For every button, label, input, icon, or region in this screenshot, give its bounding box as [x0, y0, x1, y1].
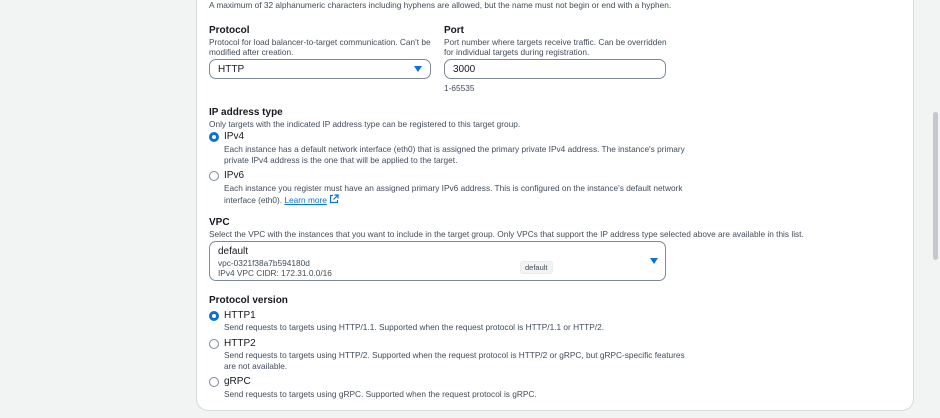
grpc-description: Send requests to targets using gRPC. Sup… — [224, 389, 537, 399]
vpc-name: default — [218, 246, 249, 257]
scrollbar-thumb[interactable] — [933, 112, 938, 260]
ipv6-label[interactable]: IPv6 — [224, 170, 244, 181]
protocol-select[interactable]: HTTP — [209, 59, 431, 79]
port-description-2: for individual targets during registrati… — [444, 47, 590, 57]
name-constraint-hint: A maximum of 32 alphanumeric characters … — [209, 0, 672, 10]
ipv4-description-2: private IPv4 address is the one that wil… — [224, 155, 458, 165]
vpc-default-badge: default — [520, 261, 553, 274]
ipv6-description-2: interface (eth0). Learn more — [224, 194, 339, 206]
grpc-label[interactable]: gRPC — [224, 376, 251, 387]
port-label: Port — [444, 25, 464, 36]
ipv4-label[interactable]: IPv4 — [224, 131, 244, 142]
http2-description-2: are not available. — [224, 361, 288, 371]
vpc-select[interactable]: default vpc-0321f38a7b594180d IPv4 VPC C… — [209, 241, 666, 281]
protocol-version-label: Protocol version — [209, 295, 288, 306]
caret-down-icon — [650, 258, 658, 264]
ipv4-radio[interactable] — [209, 132, 219, 142]
vpc-label: VPC — [209, 217, 230, 228]
ip-address-type-label: IP address type — [209, 107, 283, 118]
http1-radio[interactable] — [209, 311, 219, 321]
http2-radio[interactable] — [209, 339, 219, 349]
port-description-1: Port number where targets receive traffi… — [444, 37, 667, 47]
http1-label[interactable]: HTTP1 — [224, 310, 256, 321]
protocol-description-2: modified after creation. — [209, 47, 294, 57]
vpc-cidr: IPv4 VPC CIDR: 172.31.0.0/16 — [218, 268, 332, 278]
port-input[interactable]: 3000 — [444, 59, 666, 79]
http2-description-1: Send requests to targets using HTTP/2. S… — [224, 350, 685, 360]
http2-label[interactable]: HTTP2 — [224, 338, 256, 349]
external-link-icon[interactable] — [329, 194, 339, 204]
vpc-id: vpc-0321f38a7b594180d — [218, 258, 310, 268]
port-input-value: 3000 — [453, 64, 476, 75]
ipv6-description-1: Each instance you register must have an … — [224, 183, 683, 193]
caret-down-icon — [414, 66, 422, 72]
ip-address-type-description: Only targets with the indicated IP addre… — [209, 119, 521, 129]
ipv6-radio[interactable] — [209, 171, 219, 181]
learn-more-link[interactable]: Learn more — [284, 195, 326, 205]
port-range-hint: 1-65535 — [444, 83, 475, 93]
grpc-radio[interactable] — [209, 377, 219, 387]
protocol-description-1: Protocol for load balancer-to-target com… — [209, 37, 431, 47]
vpc-description: Select the VPC with the instances that y… — [209, 229, 804, 239]
ipv4-description-1: Each instance has a default network inte… — [224, 144, 685, 154]
protocol-select-value: HTTP — [218, 64, 245, 75]
protocol-label: Protocol — [209, 25, 250, 36]
ipv6-description-2-text: interface (eth0). — [224, 195, 283, 205]
http1-description: Send requests to targets using HTTP/1.1.… — [224, 322, 604, 332]
